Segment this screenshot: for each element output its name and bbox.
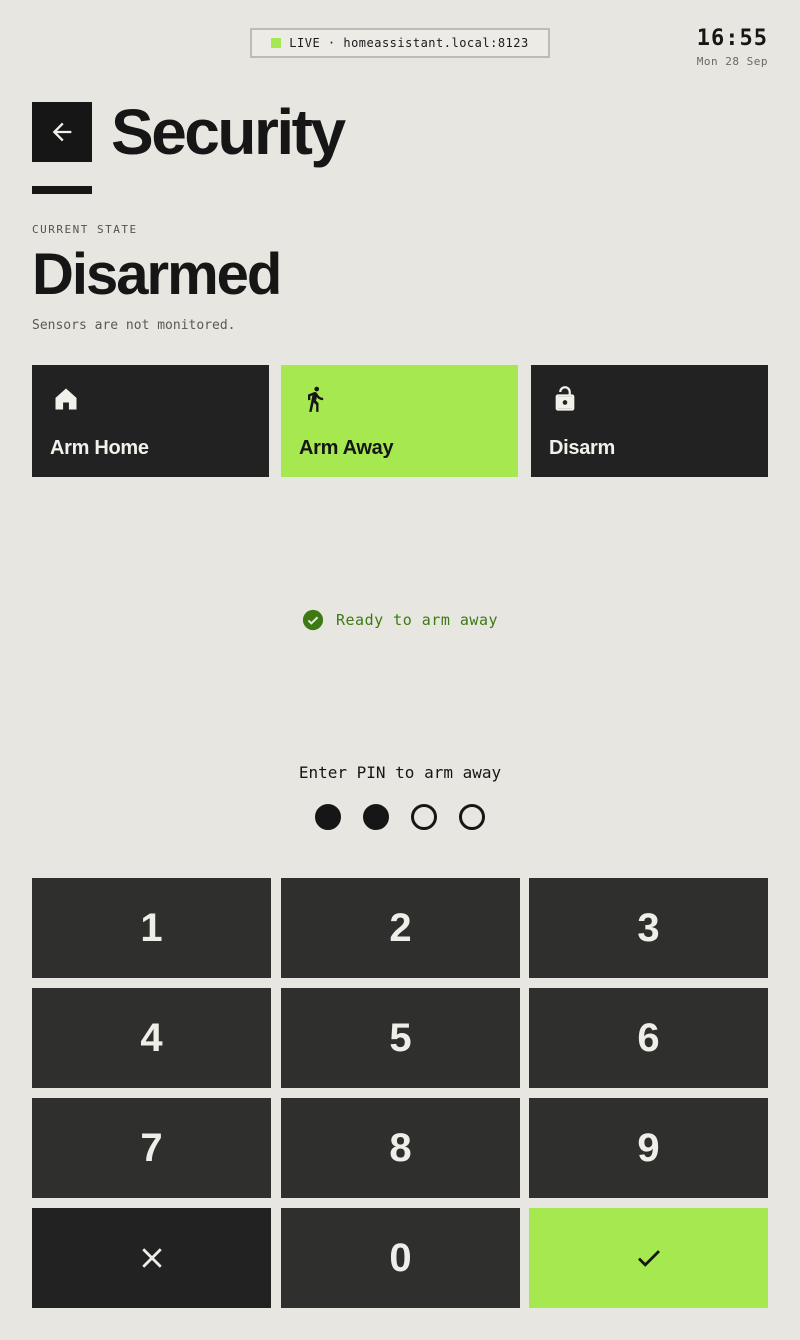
- title-underline: [32, 186, 92, 194]
- pin-dot: [459, 804, 485, 830]
- walking-person-icon: [308, 386, 324, 412]
- arrow-left-icon: [52, 122, 72, 142]
- pin-dot: [363, 804, 389, 830]
- key-3[interactable]: 3: [529, 878, 768, 978]
- pin-dot: [315, 804, 341, 830]
- live-indicator-dot: [271, 38, 282, 48]
- key-4[interactable]: 4: [32, 988, 271, 1088]
- clock: 16:55 Mon 28 Sep: [697, 26, 768, 68]
- key-0[interactable]: 0: [281, 1208, 520, 1308]
- arm-home-label: Arm Home: [50, 437, 149, 459]
- ready-status: Ready to arm away: [0, 609, 800, 631]
- current-state-description: Sensors are not monitored.: [32, 318, 236, 333]
- confirm-button[interactable]: [529, 1208, 768, 1308]
- current-state-label: CURRENT STATE: [32, 223, 138, 236]
- arm-away-button[interactable]: Arm Away: [281, 365, 518, 477]
- pin-indicator: [0, 804, 800, 830]
- clock-time: 16:55: [696, 26, 768, 51]
- arm-away-label: Arm Away: [299, 437, 394, 459]
- key-7[interactable]: 7: [32, 1098, 271, 1198]
- disarm-button[interactable]: Disarm: [531, 365, 768, 477]
- pin-dot: [411, 804, 437, 830]
- disarm-label: Disarm: [549, 437, 616, 459]
- connection-status: LIVE · homeassistant.local:8123: [250, 28, 550, 58]
- key-1[interactable]: 1: [32, 878, 271, 978]
- pin-prompt: Enter PIN to arm away: [298, 763, 502, 782]
- key-2[interactable]: 2: [281, 878, 520, 978]
- checkmark-icon: [637, 1250, 660, 1267]
- key-6[interactable]: 6: [529, 988, 768, 1088]
- back-button[interactable]: [32, 102, 92, 162]
- ready-status-text: Ready to arm away: [335, 611, 499, 629]
- key-9[interactable]: 9: [529, 1098, 768, 1198]
- clock-date: Mon 28 Sep: [696, 55, 768, 68]
- arm-home-button[interactable]: Arm Home: [32, 365, 269, 477]
- unlock-icon: [555, 386, 575, 411]
- current-state-value: Disarmed: [32, 242, 282, 307]
- connection-status-label: LIVE · homeassistant.local:8123: [289, 36, 529, 50]
- key-5[interactable]: 5: [281, 988, 520, 1088]
- check-circle-icon: [302, 609, 324, 631]
- close-icon: [141, 1248, 162, 1268]
- page-title: Security: [111, 96, 346, 168]
- key-8[interactable]: 8: [281, 1098, 520, 1198]
- home-icon: [55, 388, 77, 410]
- clear-button[interactable]: [32, 1208, 271, 1308]
